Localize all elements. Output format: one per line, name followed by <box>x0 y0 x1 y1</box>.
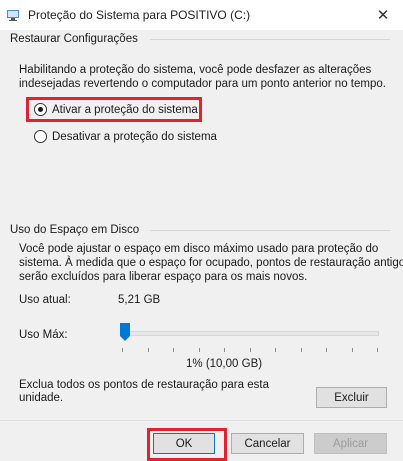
slider-tick <box>122 348 123 352</box>
slider-tick <box>148 348 149 352</box>
group-divider <box>150 39 390 40</box>
window-title: Proteção do Sistema para POSITIVO (C:) <box>28 8 251 22</box>
radio-disable-protection[interactable]: Desativar a proteção do sistema <box>34 130 217 143</box>
disk-description-line3: serão excluídos para liberar espaço para… <box>19 271 308 283</box>
slider-tick <box>352 348 353 352</box>
slider-tick <box>326 348 327 352</box>
dialog-content: Restaurar Configurações Habilitando a pr… <box>0 30 403 461</box>
slider-tick <box>275 348 276 352</box>
slider-tick <box>173 348 174 352</box>
disk-description-line1: Você pode ajustar o espaço em disco máxi… <box>19 243 379 255</box>
disk-description-line2: sistema. À medida que o espaço for ocupa… <box>19 257 403 269</box>
slider-tick <box>224 348 225 352</box>
group-divider <box>150 230 390 231</box>
radio-enable-protection[interactable]: Ativar a proteção do sistema <box>34 103 198 116</box>
disk-usage-group-label: Uso do Espaço em Disco <box>7 224 143 236</box>
max-usage-slider-thumb[interactable] <box>120 323 130 341</box>
delete-description-line2: unidade. <box>19 392 64 404</box>
current-usage-value: 5,21 GB <box>118 294 161 306</box>
slider-tick <box>250 348 251 352</box>
current-usage-label: Uso atual: <box>19 294 71 306</box>
slider-tick <box>301 348 302 352</box>
ok-button[interactable]: OK <box>153 433 215 454</box>
max-usage-slider-track[interactable] <box>122 331 379 336</box>
max-usage-label: Uso Máx: <box>19 329 68 341</box>
cancel-button[interactable]: Cancelar <box>231 433 304 454</box>
system-protection-icon <box>7 10 19 21</box>
title-bar: Proteção do Sistema para POSITIVO (C:) ✕ <box>0 0 403 30</box>
slider-value-text: 1% (10,00 GB) <box>186 358 263 370</box>
radio-button[interactable] <box>34 130 47 143</box>
delete-description-line1: Exclua todos os pontos de restauração pa… <box>19 379 269 391</box>
restore-settings-group-label: Restaurar Configurações <box>7 33 141 45</box>
delete-button[interactable]: Excluir <box>316 387 387 408</box>
close-button[interactable]: ✕ <box>363 0 403 30</box>
radio-label: Ativar a proteção do sistema <box>52 103 198 116</box>
radio-button[interactable] <box>34 103 47 116</box>
slider-tick <box>377 348 378 352</box>
restore-description-line1: Habilitando a proteção do sistema, você … <box>19 64 372 76</box>
radio-label: Desativar a proteção do sistema <box>52 130 217 143</box>
apply-button[interactable]: Aplicar <box>314 433 387 454</box>
slider-tick <box>199 348 200 352</box>
close-icon: ✕ <box>376 7 390 24</box>
restore-description-line2: indesejadas revertendo o computador para… <box>19 78 386 90</box>
